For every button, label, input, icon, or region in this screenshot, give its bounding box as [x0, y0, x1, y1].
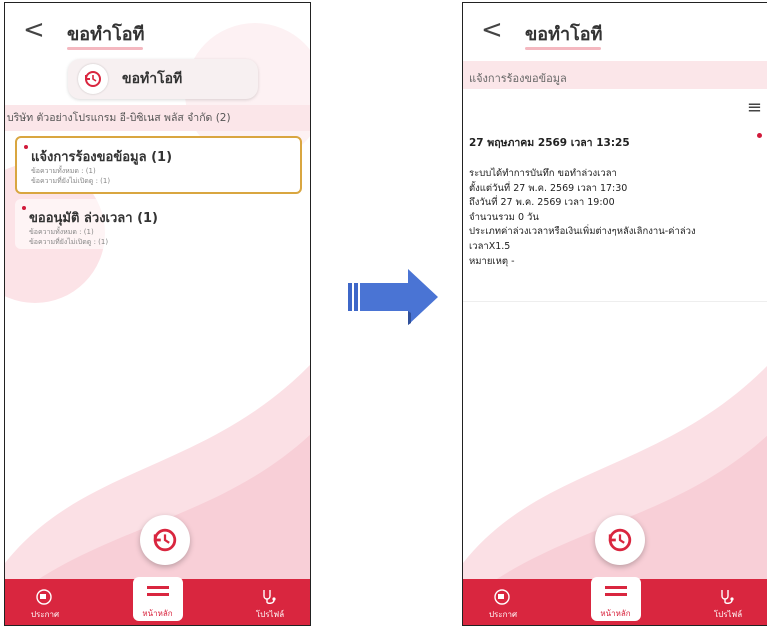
tab-home[interactable]: หน้าหลัก [132, 577, 183, 621]
unread-dot [22, 206, 26, 210]
tab-home[interactable]: หน้าหลัก [590, 577, 641, 621]
title-underline [67, 47, 143, 50]
clock-back-icon [153, 528, 177, 552]
company-name: บริษัท ตัวอย่างโปรแกรม อี-บิซิเนส พลัส จ… [5, 105, 310, 131]
unread-dot [757, 133, 762, 138]
bottom-tab-bar: ประกาศ หน้าหลัก โปรไฟล์ [5, 577, 310, 625]
card-info-request[interactable]: แจ้งการร้องขอข้อมูล (1) ข้อความทั้งหมด :… [15, 136, 302, 194]
stethoscope-icon [721, 590, 734, 605]
title-underline [525, 47, 601, 50]
clock-back-icon [78, 64, 108, 94]
unread-dot [24, 145, 28, 149]
ot-request-label: ขอทำโอที [122, 71, 183, 87]
back-button[interactable]: < [23, 17, 45, 43]
tab-label: โปรไฟล์ [713, 610, 743, 619]
ot-fab-button[interactable] [595, 515, 645, 565]
message-line: ประเภทค่าล่วงเวลาหรือเงินเพิ่มต่างๆหลังเ… [469, 226, 696, 238]
megaphone-icon [494, 589, 510, 605]
message-line: หมายเหตุ - [469, 255, 515, 267]
hamburger-menu-button[interactable]: ≡ [747, 97, 762, 118]
right-arrow-icon [348, 269, 438, 325]
hamburger-icon [604, 586, 627, 596]
header: < ขอทำโอที [463, 3, 767, 59]
message-line: ตั้งแต่วันที่ 27 พ.ค. 2569 เวลา 17:30 [469, 182, 628, 194]
card-unread-count: ข้อความที่ยังไม่เปิดดู : (1) [29, 238, 109, 246]
megaphone-icon [36, 589, 52, 605]
message-date: 27 พฤษภาคม 2569 เวลา 13:25 [469, 137, 630, 149]
hamburger-icon [146, 586, 169, 596]
card-title: ขออนุมัติ ล่วงเวลา (1) [29, 211, 159, 226]
message-line: เวลาX1.5 [469, 240, 511, 252]
card-ot-approval[interactable]: ขออนุมัติ ล่วงเวลา (1) ข้อความทั้งหมด : … [15, 199, 302, 249]
tab-announcements[interactable]: ประกาศ [473, 588, 533, 621]
clock-back-icon [608, 528, 632, 552]
tab-label: ประกาศ [30, 610, 60, 619]
page-title: ขอทำโอที [67, 24, 145, 45]
message-body: ระบบได้ทำการบันทึก ขอทำล่วงเวลา ตั้งแต่ว… [469, 167, 759, 269]
tab-label: ประกาศ [488, 610, 518, 619]
tab-label: หน้าหลัก [600, 609, 631, 618]
tab-profile[interactable]: โปรไฟล์ [240, 588, 300, 621]
message-line: จำนวนรวม 0 วัน [469, 211, 539, 223]
tab-profile[interactable]: โปรไฟล์ [698, 588, 758, 621]
message-line: ระบบได้ทำการบันทึก ขอทำล่วงเวลา [469, 168, 617, 179]
stethoscope-icon [263, 590, 276, 605]
tab-label: หน้าหลัก [142, 609, 173, 618]
bottom-tab-bar: ประกาศ หน้าหลัก โปรไฟล์ [463, 577, 767, 625]
right-phone-screen: < ขอทำโอที แจ้งการร้องขอข้อมูล ≡ 27 พฤษภ… [462, 2, 767, 626]
message-detail: 27 พฤษภาคม 2569 เวลา 13:25 ระบบได้ทำการบ… [463, 121, 767, 302]
subheader-title: แจ้งการร้องขอข้อมูล [469, 72, 567, 85]
page-title: ขอทำโอที [525, 24, 603, 45]
tab-announcements[interactable]: ประกาศ [15, 588, 75, 621]
ot-request-button[interactable]: ขอทำโอที [68, 59, 258, 99]
back-button[interactable]: < [481, 17, 503, 43]
card-unread-count: ข้อความที่ยังไม่เปิดดู : (1) [31, 177, 111, 185]
header: < ขอทำโอที [5, 3, 310, 59]
left-phone-screen: < ขอทำโอที ขอทำโอที บริษัท ตัวอย่างโปรแก… [4, 2, 311, 626]
card-title: แจ้งการร้องขอข้อมูล (1) [31, 150, 173, 165]
ot-fab-button[interactable] [140, 515, 190, 565]
tab-label: โปรไฟล์ [255, 610, 285, 619]
message-line: ถึงวันที่ 27 พ.ค. 2569 เวลา 19:00 [469, 197, 615, 209]
